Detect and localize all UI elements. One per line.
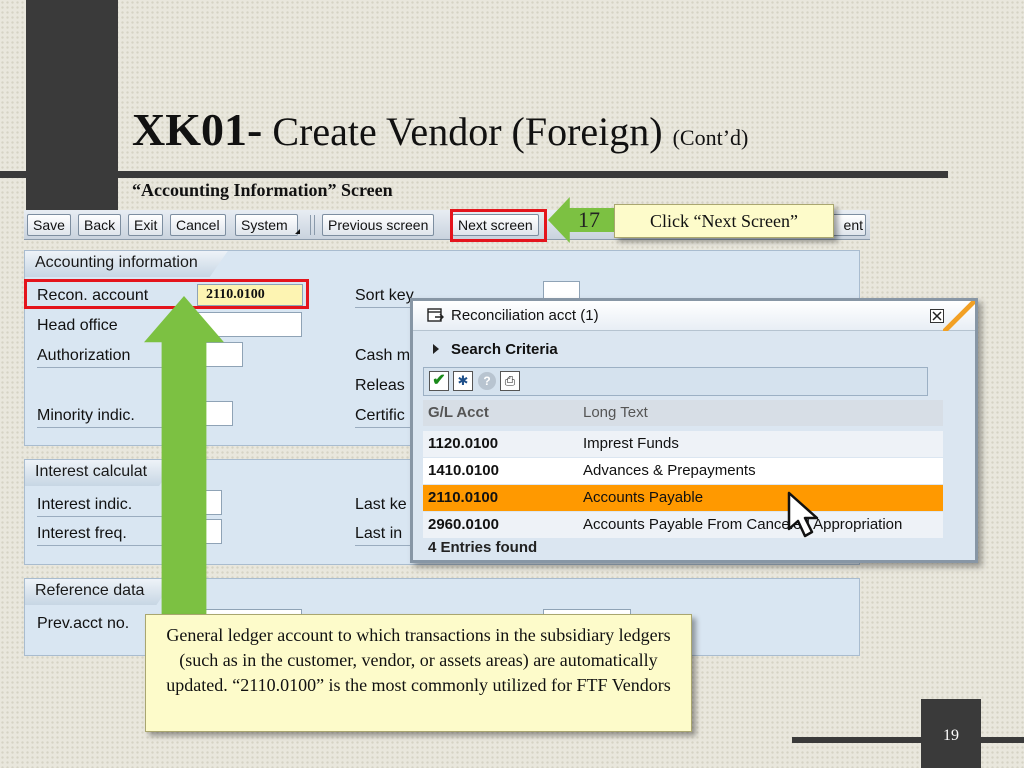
popup-title: Reconciliation acct (1) (451, 307, 599, 324)
recon-account-field[interactable]: 2110.0100 (197, 284, 303, 306)
mouse-pointer-icon (787, 491, 819, 538)
interest-section-header: Interest calculat (25, 460, 177, 486)
popup-titlebar: Reconciliation acct (1) (413, 301, 975, 331)
previous-screen-button[interactable]: Previous screen (322, 214, 435, 236)
interest-frequency-label: Interest freq. (37, 525, 127, 542)
long-text-cell: Imprest Funds (583, 435, 679, 452)
popup-icon-toolbar: ✔ ✱ ? ⎙ (423, 367, 928, 396)
toolbar-separator (310, 215, 311, 235)
long-text-cell: Advances & Prepayments (583, 462, 756, 479)
gl-account-cell: 2110.0100 (428, 489, 499, 506)
certification-label: Certific (355, 407, 405, 424)
help-icon[interactable]: ? (478, 372, 496, 390)
last-interest-run-label: Last in (355, 525, 403, 542)
left-dark-column (26, 0, 118, 220)
sort-key-label: Sort key (355, 287, 414, 304)
last-key-date-label: Last ke (355, 496, 407, 513)
title-suffix: (Cont’d) (672, 125, 749, 150)
title-underline-bar (0, 171, 948, 178)
next-screen-highlight (450, 209, 547, 242)
cancel-button[interactable]: Cancel (170, 214, 226, 236)
authorization-label: Authorization (37, 347, 131, 364)
toolbar-separator (314, 215, 315, 235)
search-criteria-toggle[interactable]: Search Criteria (433, 341, 558, 358)
entries-found-status: 4 Entries found (428, 539, 538, 556)
popup-close-icon[interactable] (930, 309, 944, 323)
popup-window-icon (427, 308, 444, 322)
system-dropdown-icon (295, 229, 300, 234)
reconciliation-popup: Reconciliation acct (1) Search Criteria … (410, 298, 978, 563)
head-office-label: Head office (37, 317, 118, 334)
gl-account-cell: 2960.0100 (428, 516, 499, 533)
long-text-cell: Accounts Payable From Canceled Appropria… (583, 516, 903, 533)
cash-mgmt-label: Cash m (355, 347, 411, 364)
popup-title-accent (943, 301, 975, 331)
search-criteria-label: Search Criteria (451, 341, 558, 358)
title-code: XK01- (132, 104, 263, 155)
accounting-section-header: Accounting information (25, 251, 228, 277)
results-header-row: G/L Acct Long Text (423, 400, 943, 426)
title-main: Create Vendor (Foreign) (262, 109, 673, 154)
gl-account-column-header: G/L Acct (428, 404, 489, 421)
release-group-label: Releas (355, 377, 405, 394)
long-text-column-header: Long Text (583, 404, 648, 421)
interest-indicator-label: Interest indic. (37, 496, 133, 513)
result-row[interactable]: 1410.0100 Advances & Prepayments (423, 458, 943, 484)
previous-account-label: Prev.acct no. (37, 615, 130, 632)
long-text-cell: Accounts Payable (583, 489, 704, 506)
explanation-callout: General ledger account to which transact… (145, 614, 692, 732)
confirm-check-icon[interactable]: ✔ (429, 371, 449, 391)
back-button[interactable]: Back (78, 214, 122, 236)
page-number: 19 (943, 727, 959, 744)
result-row-selected[interactable]: 2110.0100 Accounts Payable (423, 485, 943, 511)
result-row[interactable]: 2960.0100 Accounts Payable From Canceled… (423, 512, 943, 538)
toolbar-button-partial[interactable]: ent (830, 214, 866, 236)
save-button[interactable]: Save (27, 214, 71, 236)
result-row[interactable]: 1120.0100 Imprest Funds (423, 431, 943, 457)
slide-subtitle: “Accounting Information” Screen (132, 180, 393, 200)
footer-line (792, 737, 1024, 743)
gl-account-cell: 1120.0100 (428, 435, 499, 452)
gl-account-cell: 1410.0100 (428, 462, 499, 479)
step17-number: 17 (578, 207, 600, 232)
minority-indicator-label: Minority indic. (37, 407, 135, 424)
step17-callout: Click “Next Screen” (614, 204, 834, 238)
system-menu-button[interactable]: System (235, 214, 298, 236)
expand-triangle-icon (433, 344, 439, 354)
print-icon[interactable]: ⎙ (500, 371, 520, 391)
new-search-icon[interactable]: ✱ (453, 371, 473, 391)
slide-title: XK01- Create Vendor (Foreign) (Cont’d) (132, 103, 748, 156)
reference-section-header: Reference data (25, 579, 174, 605)
exit-button[interactable]: Exit (128, 214, 164, 236)
